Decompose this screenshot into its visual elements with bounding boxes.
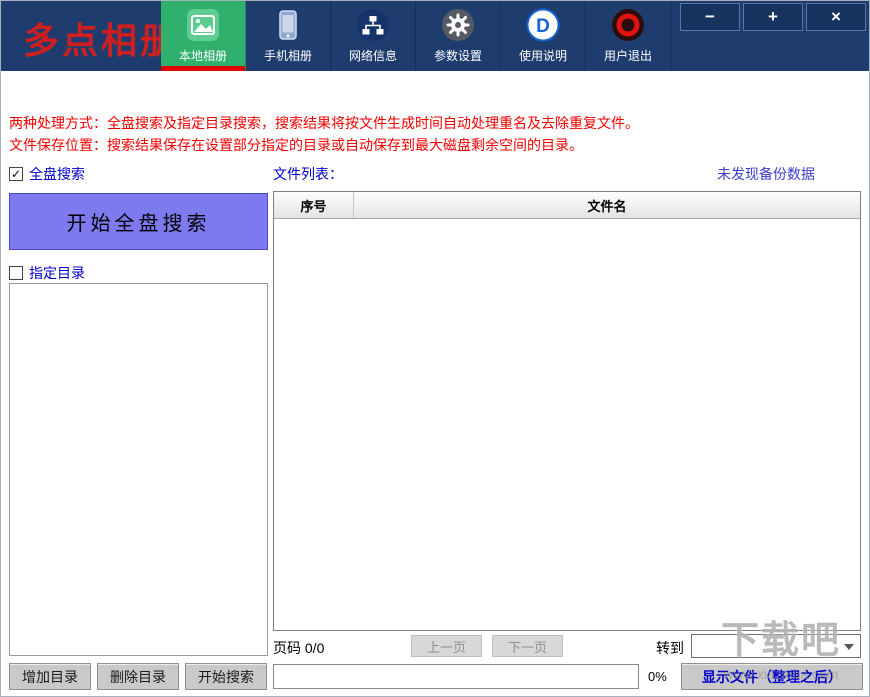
maximize-button[interactable]: + [743,3,803,31]
svg-text:D: D [536,16,550,37]
file-list-label: 文件列表： [273,164,343,184]
file-table: 序号 文件名 [273,191,861,631]
tab-label: 使用说明 [519,47,567,64]
tab-label: 网络信息 [349,47,397,64]
window-controls: − + × [680,3,866,31]
tab-settings[interactable]: 参数设置 [416,1,501,71]
specified-dir-row: 指定目录 [9,263,85,283]
column-header-index: 序号 [274,192,354,218]
header-bar: 多点相册 本地相册 [1,1,869,71]
tab-label: 参数设置 [434,47,482,64]
tab-label: 本地相册 [179,47,227,64]
file-table-header: 序号 文件名 [274,192,860,219]
close-button[interactable]: × [806,3,866,31]
progress-bar [273,664,639,689]
minimize-button[interactable]: − [680,3,740,31]
tab-help[interactable]: D 使用说明 [501,1,586,71]
help-d-icon: D [526,6,560,44]
tab-bar: 本地相册 手机相册 [161,1,671,71]
delete-directory-button[interactable]: 删除目录 [97,663,179,690]
goto-page-select[interactable] [691,634,861,658]
specified-dir-label: 指定目录 [29,263,85,283]
page-info: 页码 0/0 [273,638,324,658]
show-files-button[interactable]: 显示文件（整理之后） [681,663,863,690]
progress-percent: 0% [648,669,667,684]
full-disk-search-label: 全盘搜索 [29,164,85,184]
next-page-button[interactable]: 下一页 [492,635,563,657]
photo-icon [186,6,220,44]
tab-logout[interactable]: 用户退出 [586,1,671,71]
full-disk-search-row: 全盘搜索 [9,164,85,184]
start-search-button[interactable]: 开始搜索 [185,663,267,690]
tab-label: 手机相册 [264,47,312,64]
app-title: 多点相册 [23,12,179,64]
notice-line-1: 两种处理方式：全盘搜索及指定目录搜索，搜索结果将按文件生成时间自动处理重名及去除… [9,113,639,133]
phone-icon [271,6,305,44]
directory-listbox[interactable] [9,283,268,656]
exit-icon [611,6,645,44]
notice-line-2: 文件保存位置：搜索结果保存在设置部分指定的目录或自动保存到最大磁盘剩余空间的目录… [9,135,583,155]
specified-dir-checkbox[interactable] [9,266,23,280]
prev-page-button[interactable]: 上一页 [411,635,482,657]
chevron-down-icon [844,644,854,650]
add-directory-button[interactable]: 增加目录 [9,663,91,690]
network-icon [356,6,390,44]
full-disk-search-checkbox[interactable] [9,167,23,181]
app-window: 多点相册 本地相册 [0,0,870,697]
gear-icon [441,6,475,44]
tab-network-info[interactable]: 网络信息 [331,1,416,71]
backup-status-text: 未发现备份数据 [717,164,815,184]
start-full-disk-search-button[interactable]: 开始全盘搜索 [9,193,268,250]
tab-phone-album[interactable]: 手机相册 [246,1,331,71]
goto-label: 转到 [656,638,684,658]
tab-label: 用户退出 [604,47,652,64]
file-table-body[interactable] [274,219,860,630]
column-header-filename: 文件名 [354,192,860,218]
tab-local-album[interactable]: 本地相册 [161,1,246,71]
